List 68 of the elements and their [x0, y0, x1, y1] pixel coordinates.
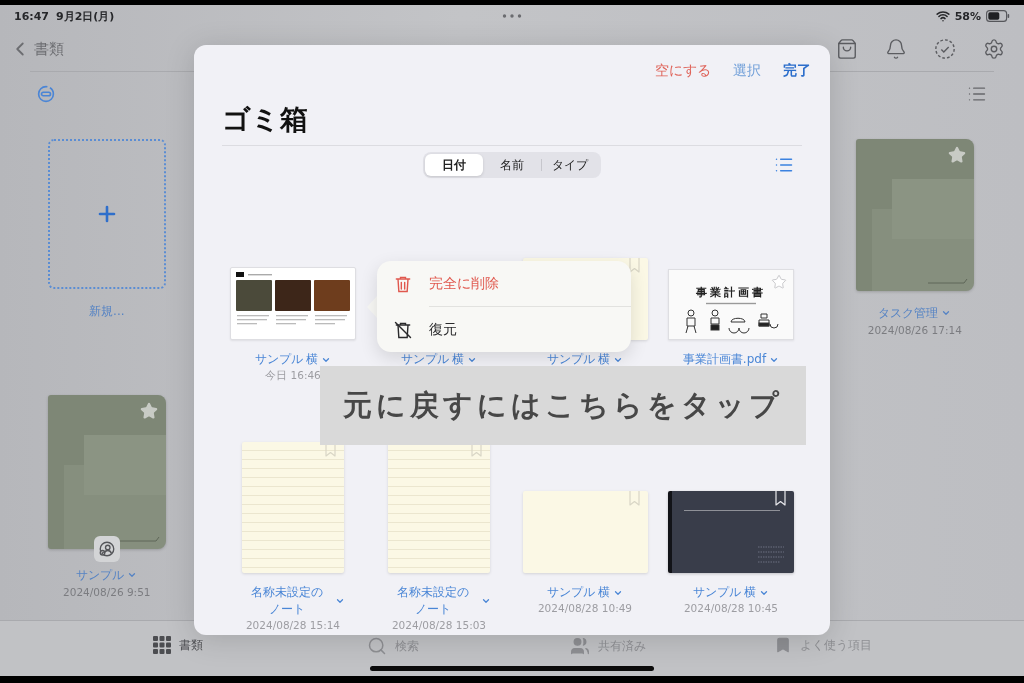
status-time: 16:47 [14, 9, 49, 23]
photo-placeholder [236, 280, 272, 311]
shopping-bag-icon[interactable] [836, 38, 858, 60]
battery-icon [986, 10, 1010, 22]
document-title[interactable]: サンプル 横 [546, 584, 624, 601]
text-line-drawing [706, 302, 756, 305]
star-icon [139, 402, 158, 420]
chevron-down-icon [127, 570, 138, 580]
chevron-down-icon [334, 596, 345, 606]
document-date: 2024/08/26 17:14 [867, 323, 962, 337]
bookmark-icon [628, 491, 640, 506]
search-icon [366, 636, 387, 656]
document-date: 2024/08/26 9:51 [63, 585, 151, 599]
document-date: 2024/08/28 10:45 [683, 601, 779, 616]
document-title[interactable]: サンプル 横 [546, 351, 624, 368]
document-date: 2024/08/28 15:03 [391, 618, 487, 633]
dashed-check-circle-icon[interactable] [934, 38, 956, 60]
menu-item[interactable]: 復元 [377, 307, 631, 352]
notebook-cover[interactable] [47, 395, 166, 549]
list-view-button[interactable] [774, 155, 794, 175]
header-button[interactable]: 選択 [733, 59, 761, 81]
pen-mark-icon [119, 536, 160, 542]
document-title[interactable]: 名称未設定のノート [241, 584, 345, 618]
pen-mark-icon [927, 278, 968, 284]
document-title[interactable]: サンプル 横 [254, 351, 332, 368]
tab[interactable]: 書類 [152, 636, 203, 654]
document-title[interactable]: サンプル 横 [400, 351, 478, 368]
grid-icon [152, 636, 171, 654]
sort-tab[interactable]: 日付 [425, 154, 483, 176]
more-dots-icon[interactable] [502, 14, 522, 18]
sort-tab[interactable]: タイプ [541, 154, 599, 176]
chevron-down-icon [480, 596, 491, 606]
document-date: 2024/08/28 15:14 [245, 618, 341, 633]
new-document-button[interactable] [47, 139, 166, 289]
battery-percent: 58% [954, 9, 981, 23]
people-icon [569, 636, 590, 656]
document-title[interactable]: 事業計画書.pdf [682, 351, 780, 368]
trash-slash-icon [393, 319, 413, 340]
star-icon [771, 274, 787, 290]
chevron-down-icon [941, 308, 952, 318]
minus-circle-icon[interactable] [37, 84, 55, 103]
settings-icon[interactable] [983, 38, 1005, 60]
bell-icon[interactable] [885, 38, 907, 60]
document-title[interactable]: サンプル 横 [692, 584, 770, 601]
dialog-title: ゴミ箱 [222, 103, 308, 137]
document-date: 2024/08/28 10:49 [537, 601, 633, 616]
ruled-lines-drawing [756, 544, 786, 564]
bookmark-icon [628, 258, 640, 273]
thumbnail-title: 事業計画書 [696, 286, 766, 299]
list-icon [774, 155, 794, 175]
wifi-icon [935, 9, 950, 23]
menu-item[interactable]: 完全に削除 [377, 261, 631, 306]
header-button[interactable]: 完了 [783, 59, 811, 81]
photo-placeholder [314, 280, 350, 311]
document-date: 今日 16:46 [265, 368, 321, 383]
bookmark-icon [775, 491, 786, 506]
back-button[interactable]: 書類 [9, 38, 64, 60]
document-title[interactable]: サンプル [76, 567, 138, 583]
annotation-banner: 元に戻すにはこちらをタップ [320, 366, 806, 445]
sort-tab[interactable]: 名前 [483, 154, 541, 176]
star-icon [947, 146, 966, 164]
status-date: 9月2日(月) [56, 8, 115, 24]
photo-placeholder [275, 280, 311, 311]
document-title[interactable]: タスク管理 [878, 305, 952, 321]
header-bar-drawing [236, 272, 272, 277]
header-button[interactable]: 空にする [655, 59, 711, 81]
new-document-label[interactable]: 新規... [89, 303, 125, 319]
document-title[interactable]: 名称未設定のノート [387, 584, 491, 618]
